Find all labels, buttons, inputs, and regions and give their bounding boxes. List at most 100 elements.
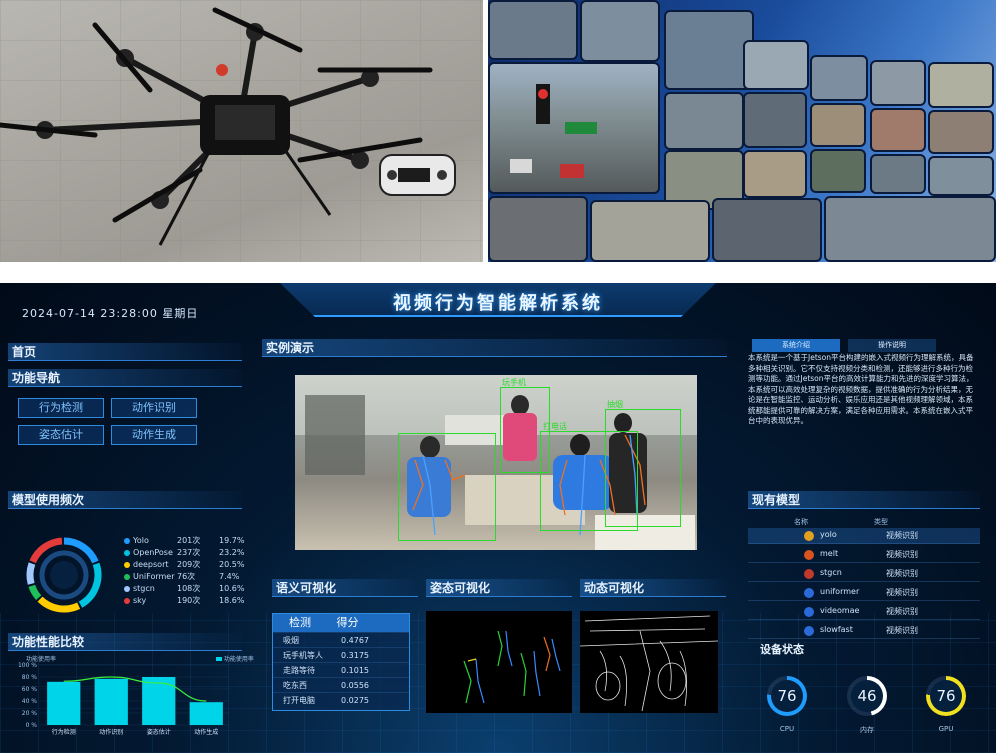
models-col-name: 名称 [794, 518, 808, 526]
legend-pct: 23.2% [219, 548, 245, 557]
y-tick-label: 80 % [22, 674, 38, 681]
y-tick-label: 60 % [22, 686, 38, 693]
model-type: 视频识别 [886, 531, 918, 540]
legend-item: stgcn 108次 10.6% [124, 583, 254, 595]
row-score: 0.4767 [341, 636, 369, 645]
legend-name: OpenPose [133, 548, 173, 557]
legend-name: Yolo [133, 536, 149, 545]
table-body: 吸烟 0.4767 玩手机等人 0.3175 走路等待 0.1015 吃东西 0.0556 打开… [273, 632, 409, 707]
nav-button-behavior-detect[interactable]: 行为检测 [18, 398, 104, 418]
wall-screen [870, 154, 926, 194]
legend-pct: 20.5% [219, 560, 245, 569]
wall-screen-traffic [488, 62, 660, 194]
legend-count: 237次 [177, 548, 201, 557]
legend-dot [124, 585, 130, 592]
model-row[interactable]: uniformer 视频识别 [748, 585, 980, 601]
wall-screen [870, 108, 926, 152]
model-icon [804, 626, 814, 636]
row-label: 打开电脑 [283, 696, 315, 705]
model-name: yolo [820, 530, 837, 539]
model-type: 视频识别 [886, 626, 918, 635]
video-wall-photo [488, 0, 996, 262]
model-type: 视频识别 [886, 569, 918, 578]
legend-item: sky 190次 18.6% [124, 595, 254, 607]
model-row[interactable]: stgcn 视频识别 [748, 566, 980, 582]
nav-button-pose-estimation[interactable]: 姿态估计 [18, 425, 104, 445]
nav-button-action-generation[interactable]: 动作生成 [111, 425, 197, 445]
model-icon [804, 569, 814, 579]
row-label: 吃东西 [283, 681, 307, 690]
model-icon [804, 588, 814, 598]
pose-skeleton-view [426, 611, 572, 713]
model-icon [804, 607, 814, 617]
motion-viz-heading: 动态可视化 [580, 579, 726, 597]
gauge-value: 76 [771, 680, 803, 712]
legend-count: 76次 [177, 572, 196, 581]
system-intro-text: 本系统是一个基于Jetson平台构建的嵌入式视频行为理解系统，具备多种相关识别。… [748, 353, 974, 425]
legend-count: 209次 [177, 560, 201, 569]
wall-screen [870, 60, 926, 106]
bar [47, 681, 81, 725]
model-name: uniformer [820, 587, 860, 596]
demo-heading: 实例演示 [262, 339, 727, 357]
gauge-label: GPU [938, 725, 954, 733]
model-row[interactable]: melt 视频识别 [748, 547, 980, 563]
table-row: 玩手机等人 0.3175 [273, 647, 409, 662]
gauge-value: 76 [930, 680, 962, 712]
row-label: 吸烟 [283, 636, 299, 645]
model-name: slowfast [820, 625, 853, 634]
tab-instructions[interactable]: 操作说明 [848, 339, 936, 352]
wall-screen [664, 92, 744, 150]
col-score-header: 得分 [336, 616, 359, 629]
ring-center [50, 561, 78, 589]
gauge-label: 内存 [860, 726, 874, 734]
wall-screen [743, 92, 807, 148]
nav-home[interactable]: 首页 [8, 343, 242, 361]
function-nav-heading: 功能导航 [8, 369, 242, 387]
detection-box [605, 409, 681, 527]
model-usage-heading: 模型使用频次 [8, 491, 242, 509]
x-tick-label: 动作生成 [194, 728, 218, 736]
model-row[interactable]: slowfast 视频识别 [748, 623, 980, 639]
row-score: 0.1015 [341, 666, 369, 675]
wall-screen [810, 55, 868, 101]
ring-segment [28, 584, 42, 600]
nav-button-action-recognition[interactable]: 动作识别 [111, 398, 197, 418]
x-tick-label: 动作识别 [99, 728, 123, 736]
ring-segment [37, 596, 81, 613]
composite-image: 视频行为智能解析系统 2024-07-14 23:28:00 星期日 首页 功能… [0, 0, 996, 753]
legend-pct: 7.4% [219, 572, 240, 581]
row-label: 走路等待 [283, 666, 315, 675]
legend-dot [124, 537, 130, 544]
model-row[interactable]: yolo 视频识别 [748, 528, 980, 544]
legend-pct: 19.7% [219, 536, 245, 545]
model-usage-ring [26, 537, 102, 613]
motion-edges [580, 615, 718, 712]
legend-count: 190次 [177, 596, 201, 605]
tab-system-intro[interactable]: 系统介绍 [752, 339, 840, 352]
drone-illustration [0, 0, 483, 262]
semantic-viz-heading: 语义可视化 [272, 579, 418, 597]
model-name: stgcn [820, 568, 842, 577]
device-status-heading: 设备状态 [760, 643, 804, 656]
y-tick-label: 100 % [18, 662, 37, 669]
detection-label: 打电话 [543, 422, 567, 431]
bar [94, 678, 128, 725]
legend-dot [124, 549, 130, 556]
status-gauge: 76 [926, 676, 966, 716]
model-row[interactable]: videomae 视频识别 [748, 604, 980, 620]
legend-pct: 10.6% [219, 584, 245, 593]
gauge-label: CPU [779, 725, 795, 733]
wall-screen [590, 200, 710, 262]
detection-label: 抽烟 [607, 400, 623, 409]
func-compare-heading: 功能性能比较 [8, 633, 242, 651]
models-heading: 现有模型 [748, 491, 980, 509]
status-gauge: 46 [847, 676, 887, 716]
table-row: 打开电脑 0.0275 [273, 692, 409, 707]
table-header: 检测 得分 [273, 614, 409, 632]
table-row: 走路等待 0.1015 [273, 662, 409, 677]
row-score: 0.0556 [341, 681, 369, 690]
wall-screen [928, 156, 994, 196]
detection-label: 玩手机 [502, 378, 526, 387]
legend-dot [124, 597, 130, 604]
